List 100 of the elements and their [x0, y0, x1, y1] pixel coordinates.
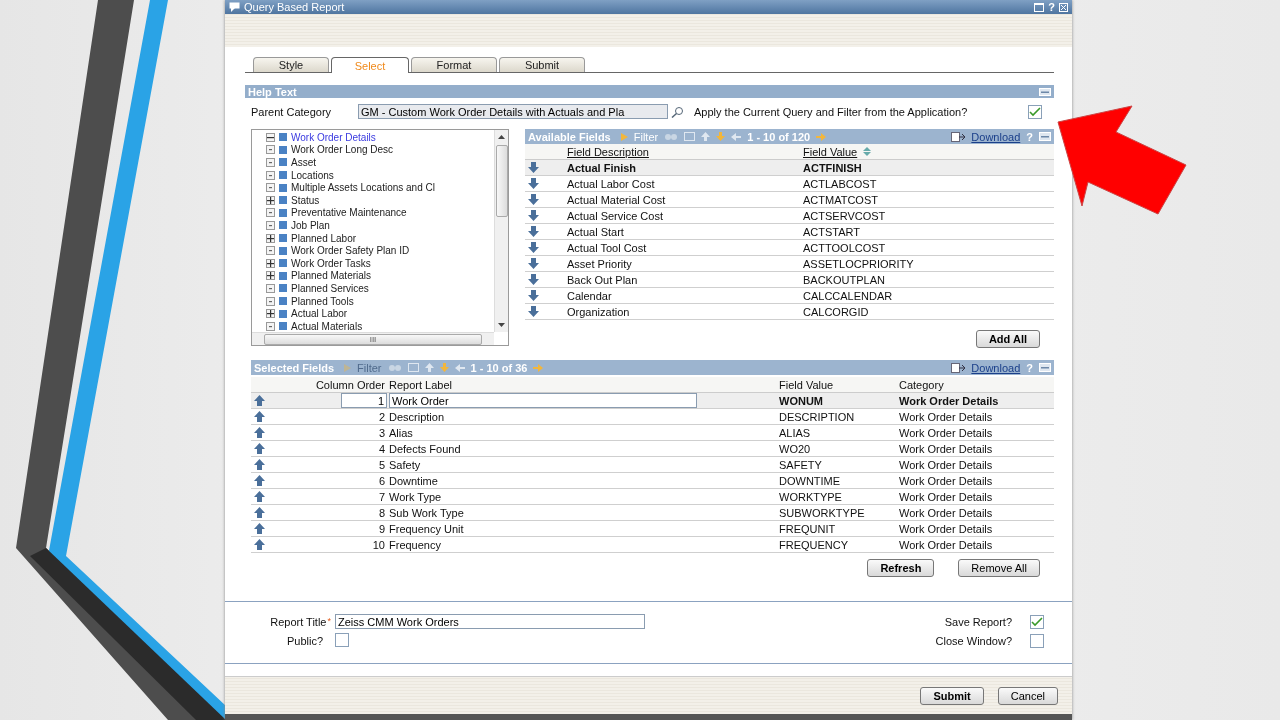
table-cell[interactable]: DOWNTIME	[779, 473, 899, 489]
tree-item[interactable]: Status	[291, 194, 320, 206]
checkbox[interactable]	[1030, 614, 1044, 629]
tree-item[interactable]: Actual Labor	[291, 308, 348, 320]
tab[interactable]: Style	[253, 57, 329, 72]
down-arrow-icon[interactable]	[498, 323, 505, 328]
up-arrow-icon[interactable]	[254, 523, 265, 534]
up-arrow-icon[interactable]	[254, 539, 265, 550]
tree-item[interactable]: Actual Materials	[291, 320, 363, 332]
up-arrow-icon[interactable]	[254, 491, 265, 502]
table-cell: ACTMATCOST	[803, 192, 1054, 208]
report-label-field[interactable]: Work Order	[389, 393, 697, 408]
scrollbar-thumb[interactable]	[495, 145, 508, 217]
table-cell[interactable]: SAFETY	[779, 457, 899, 473]
down-arrow-icon[interactable]	[528, 162, 539, 173]
tree-item[interactable]: Planned Materials	[291, 270, 372, 282]
tree-item[interactable]: Asset	[291, 157, 316, 168]
vertical-scrollbar[interactable]	[494, 130, 508, 332]
minimize-icon[interactable]	[1039, 132, 1051, 141]
column-header[interactable]: Field Value	[803, 145, 858, 158]
table-cell[interactable]: Actual Tool Cost	[567, 240, 803, 256]
down-arrow-icon[interactable]	[528, 306, 539, 317]
download-icon[interactable]	[951, 131, 966, 142]
minimize-icon[interactable]	[1039, 363, 1051, 372]
tree-item[interactable]: Planned Services	[291, 282, 369, 294]
column-order-field[interactable]: 1	[341, 393, 387, 408]
table-cell[interactable]: WONUM	[779, 393, 899, 409]
table-cell[interactable]: Organization	[567, 304, 803, 320]
tree-item[interactable]: Work Order Details	[291, 131, 376, 143]
down-arrow-icon[interactable]	[528, 290, 539, 301]
tree-item[interactable]: Work Order Safety Plan ID	[291, 245, 410, 257]
down-arrow-icon[interactable]	[528, 274, 539, 285]
window-icon[interactable]	[1034, 2, 1045, 12]
parent-category-field[interactable]: GM - Custom Work Order Details with Actuals and Pla	[358, 104, 668, 119]
footer-button[interactable]: Cancel	[997, 686, 1058, 705]
table-cell[interactable]: WORKTYPE	[779, 489, 899, 505]
tree-item[interactable]: Multiple Assets Locations and Cl	[291, 182, 435, 194]
table-cell[interactable]: Actual Service Cost	[567, 208, 803, 224]
down-arrow-icon[interactable]	[528, 178, 539, 189]
footer-button[interactable]: Submit	[920, 686, 984, 705]
expand-icon[interactable]	[266, 271, 275, 281]
minimize-icon[interactable]	[1039, 87, 1051, 96]
down-arrow-icon[interactable]	[528, 194, 539, 205]
download-link[interactable]: Download	[971, 130, 1021, 143]
table-cell: Work Order Details	[899, 473, 1054, 489]
down-arrow-icon[interactable]	[528, 258, 539, 269]
table-cell[interactable]: Asset Priority	[567, 256, 803, 272]
down-arrow-icon[interactable]	[528, 210, 539, 221]
table-cell[interactable]: Actual Labor Cost	[567, 176, 803, 192]
table-cell[interactable]: FREQUENCY	[779, 537, 899, 553]
table-cell[interactable]: WO20	[779, 441, 899, 457]
checkbox[interactable]	[1030, 634, 1044, 648]
horizontal-scrollbar[interactable]: III	[252, 332, 494, 345]
close-icon[interactable]	[1059, 2, 1068, 12]
collapse-icon[interactable]	[266, 132, 275, 142]
expand-icon[interactable]	[266, 195, 275, 205]
tab[interactable]: Submit	[499, 57, 585, 72]
tab[interactable]: Format	[411, 57, 497, 72]
expand-icon[interactable]	[266, 233, 275, 243]
tree-item[interactable]: Planned Labor	[291, 232, 357, 244]
scrollbar-thumb[interactable]: III	[264, 333, 482, 345]
tree-item[interactable]: Work Order Tasks	[291, 257, 371, 269]
up-arrow-icon[interactable]	[254, 475, 265, 486]
action-button[interactable]: Remove All	[958, 559, 1040, 577]
download-link[interactable]: Download	[971, 361, 1021, 374]
table-cell: 3	[277, 425, 389, 441]
up-arrow-icon[interactable]	[254, 411, 265, 422]
up-arrow-icon[interactable]	[254, 395, 265, 406]
table-cell[interactable]: Actual Material Cost	[567, 192, 803, 208]
download-icon[interactable]	[951, 362, 966, 373]
down-arrow-icon[interactable]	[528, 242, 539, 253]
up-arrow-icon[interactable]	[254, 443, 265, 454]
checkbox[interactable]	[335, 633, 349, 647]
table-cell[interactable]: Actual Start	[567, 224, 803, 240]
table-cell[interactable]: SUBWORKTYPE	[779, 505, 899, 521]
action-button[interactable]: Refresh	[867, 559, 935, 577]
tree-item[interactable]: Work Order Long Desc	[291, 144, 394, 156]
expand-icon[interactable]	[266, 309, 275, 319]
up-arrow-icon[interactable]	[498, 134, 505, 139]
search-icon[interactable]	[671, 105, 684, 118]
up-arrow-icon[interactable]	[254, 507, 265, 518]
tree-item[interactable]: Job Plan	[291, 219, 330, 231]
report-title-field[interactable]: Zeiss CMM Work Orders	[335, 614, 645, 629]
down-arrow-icon[interactable]	[528, 226, 539, 237]
up-arrow-icon[interactable]	[254, 459, 265, 470]
up-arrow-icon[interactable]	[254, 427, 265, 438]
table-cell[interactable]: Actual Finish	[567, 160, 803, 176]
table-cell[interactable]: ALIAS	[779, 425, 899, 441]
tree-item[interactable]: Planned Tools	[291, 295, 354, 307]
table-cell[interactable]: Back Out Plan	[567, 272, 803, 288]
checkbox[interactable]	[1028, 104, 1042, 119]
field-label: Apply the Current Query and Filter from the Application?	[694, 105, 969, 118]
column-header[interactable]: Field Description	[567, 145, 649, 158]
tree-item[interactable]: Locations	[291, 169, 334, 181]
table-cell[interactable]: FREQUNIT	[779, 521, 899, 537]
table-cell[interactable]: DESCRIPTION	[779, 409, 899, 425]
expand-icon[interactable]	[266, 258, 275, 268]
add-all-button[interactable]: Add All	[975, 330, 1040, 348]
tree-item[interactable]: Preventative Maintenance	[291, 207, 407, 219]
table-cell[interactable]: Calendar	[567, 288, 803, 304]
